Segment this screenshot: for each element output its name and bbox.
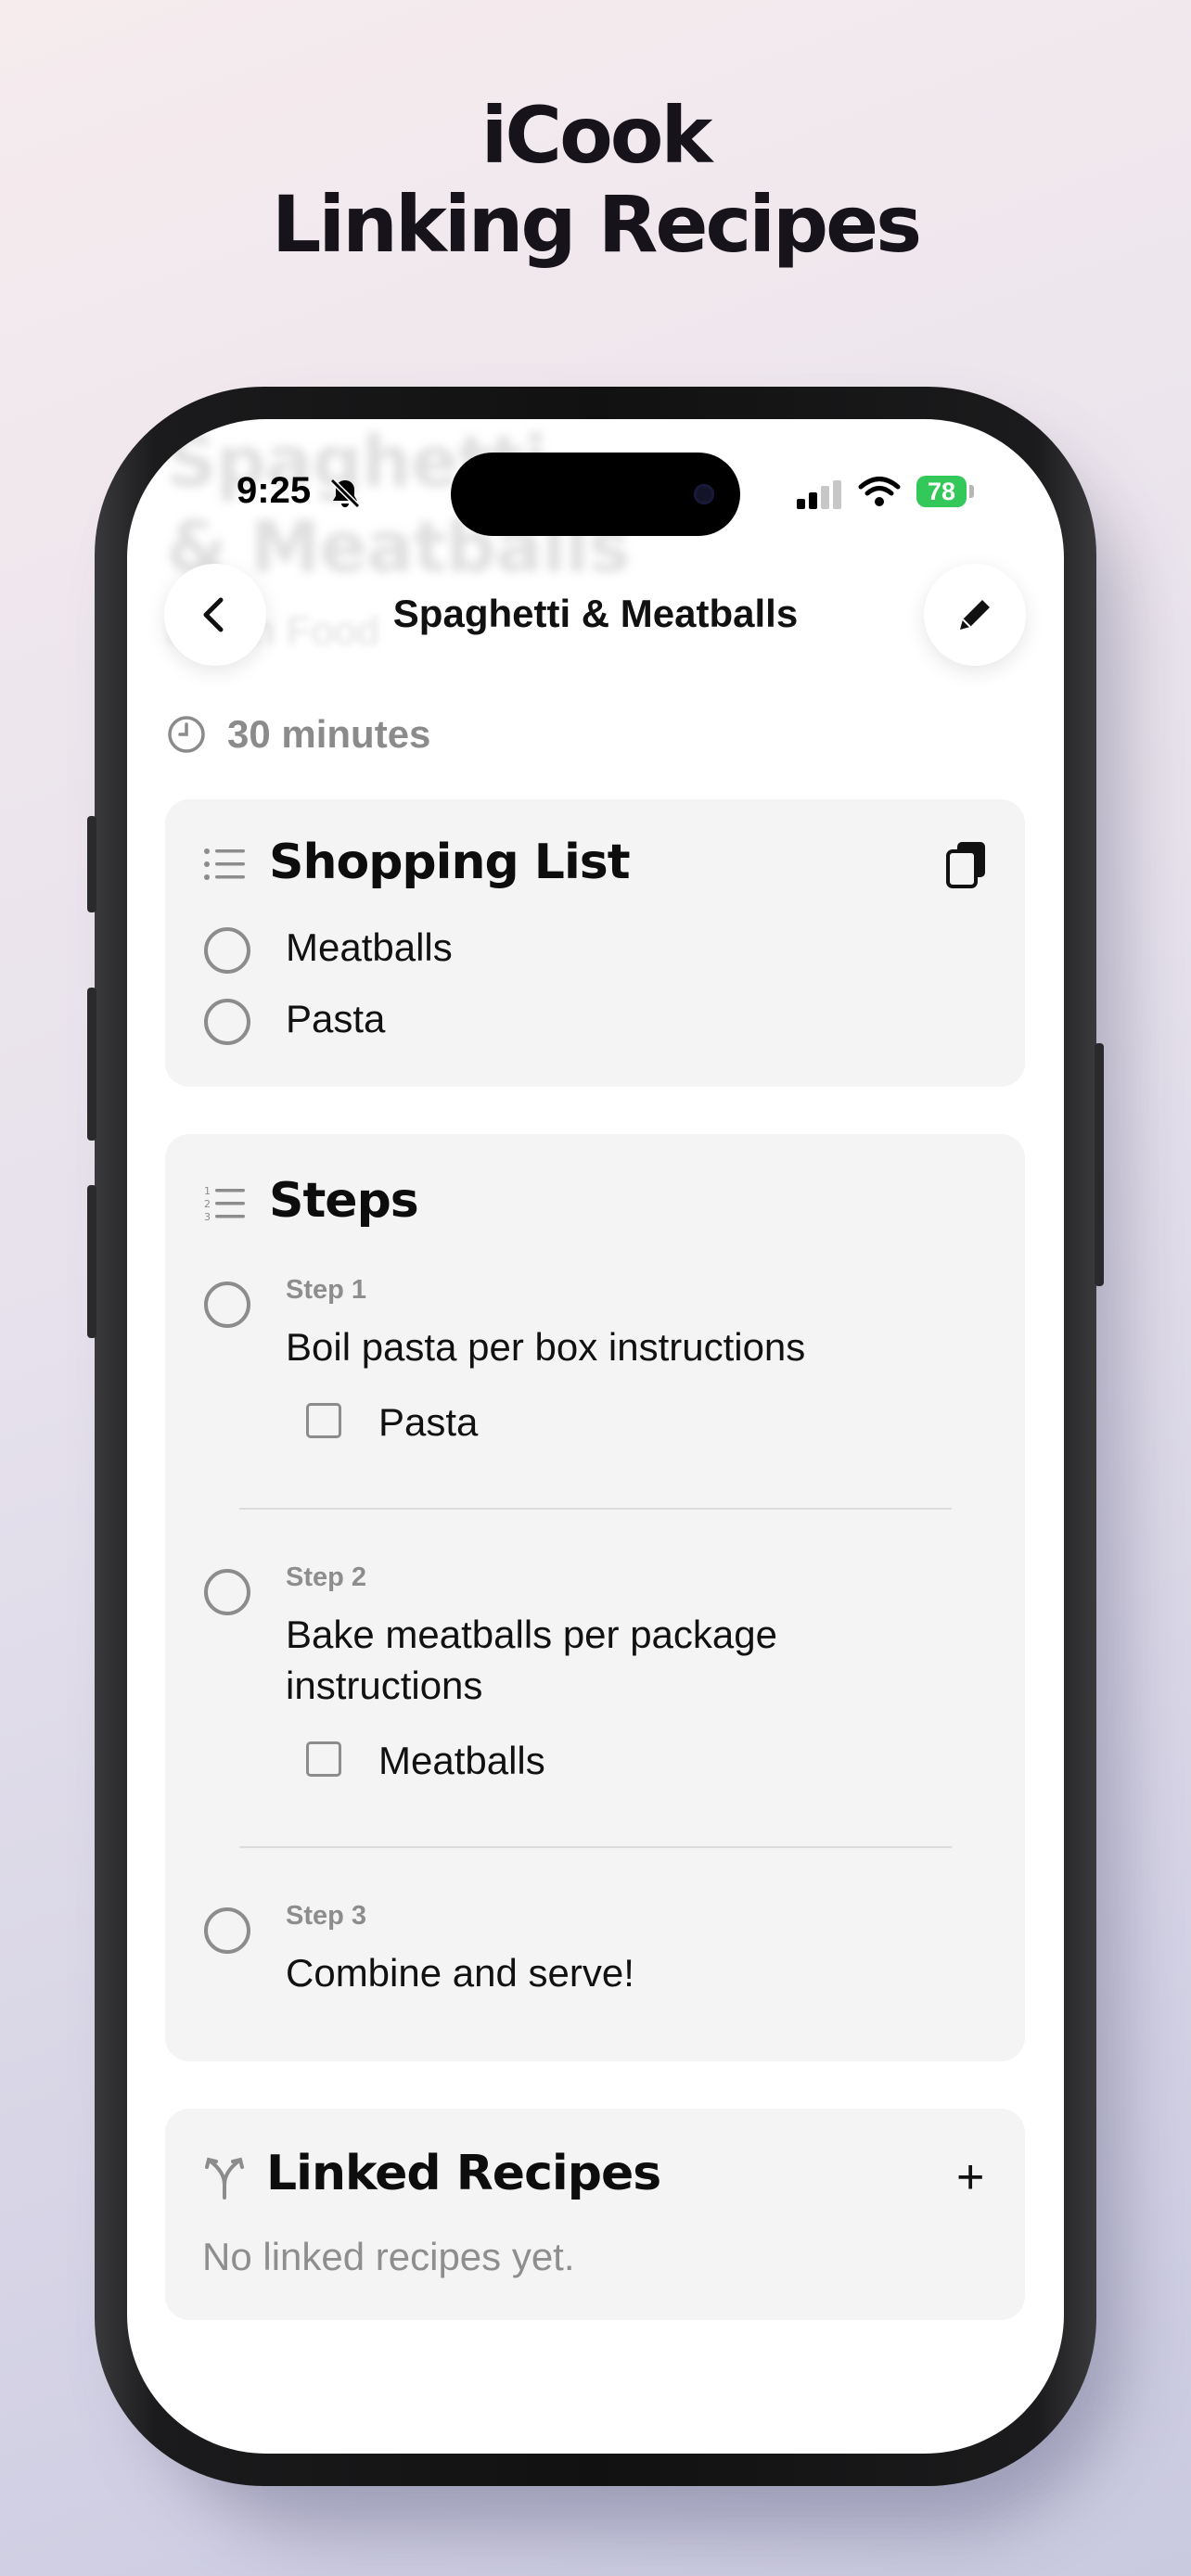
camera-dot — [694, 484, 714, 504]
shopping-item-checkbox[interactable] — [204, 927, 250, 974]
shopping-item-label: Meatballs — [286, 925, 453, 969]
svg-text:1: 1 — [204, 1185, 211, 1197]
copy-list-icon[interactable] — [944, 840, 991, 890]
pencil-icon — [960, 600, 990, 630]
cellular-signal-icon — [797, 480, 841, 509]
volume-up-button — [87, 988, 96, 1141]
step-text: Boil pasta per box instructions — [286, 1325, 806, 1369]
step-checkbox[interactable] — [204, 1282, 250, 1328]
steps-title: Steps — [269, 1173, 419, 1229]
list-icon — [204, 848, 245, 880]
step-checkbox[interactable] — [204, 1907, 250, 1954]
step-divider — [239, 1846, 952, 1848]
bell-slash-icon — [329, 478, 361, 509]
ingredient-label: Meatballs — [378, 1739, 545, 1782]
shopping-item-checkbox[interactable] — [204, 999, 250, 1045]
shopping-list-card: Shopping List Meatballs Pasta — [165, 799, 1025, 1087]
numbered-list-icon: 1 2 3 — [204, 1185, 245, 1221]
step-label: Step 3 — [286, 1901, 367, 1931]
merge-icon — [205, 2157, 244, 2200]
ingredient-checkbox[interactable] — [306, 1741, 341, 1777]
linked-recipes-title: Linked Recipes — [266, 2146, 661, 2201]
svg-text:2: 2 — [204, 1198, 211, 1210]
step-label: Step 2 — [286, 1562, 367, 1592]
battery-tip — [969, 485, 974, 498]
promo-headline: iCook Linking Recipes — [0, 91, 1191, 269]
status-time: 9:25 — [237, 470, 312, 511]
step-label: Step 1 — [286, 1275, 367, 1305]
ingredient-label: Pasta — [378, 1400, 479, 1444]
step-text: Combine and serve! — [286, 1951, 634, 1995]
ingredient-checkbox[interactable] — [306, 1403, 341, 1438]
linked-recipes-card: Linked Recipes + No linked recipes yet. — [165, 2109, 1025, 2320]
duration-row: 30 minutes — [166, 707, 430, 762]
shopping-item-label: Pasta — [286, 997, 386, 1040]
clock-icon — [168, 716, 205, 753]
edit-button[interactable] — [924, 564, 1026, 666]
svg-text:3: 3 — [204, 1211, 211, 1221]
action-button — [87, 816, 96, 912]
step-divider — [239, 1508, 952, 1510]
duration-text: 30 minutes — [227, 712, 431, 756]
step-checkbox[interactable] — [204, 1569, 250, 1615]
steps-card: 1 2 3 Steps Step 1 Boil pasta per box in… — [165, 1134, 1025, 2061]
promo-app-name: iCook — [480, 90, 713, 181]
step-text-line2: instructions — [286, 1664, 483, 1707]
phone-screen: Spaghetti & Meatballs Italian Food 9:25 … — [127, 419, 1064, 2454]
dynamic-island — [451, 453, 740, 536]
add-linked-recipe-button[interactable]: + — [956, 2149, 984, 2205]
promo-feature-name: Linking Recipes — [271, 179, 922, 270]
volume-down-button — [87, 1185, 96, 1338]
step-text-line1: Bake meatballs per package — [286, 1613, 777, 1656]
battery-level: 78 — [916, 476, 967, 507]
empty-state-text: No linked recipes yet. — [202, 2235, 575, 2278]
power-button — [1095, 1043, 1104, 1286]
wifi-icon — [858, 477, 901, 506]
shopping-list-title: Shopping List — [269, 835, 631, 890]
